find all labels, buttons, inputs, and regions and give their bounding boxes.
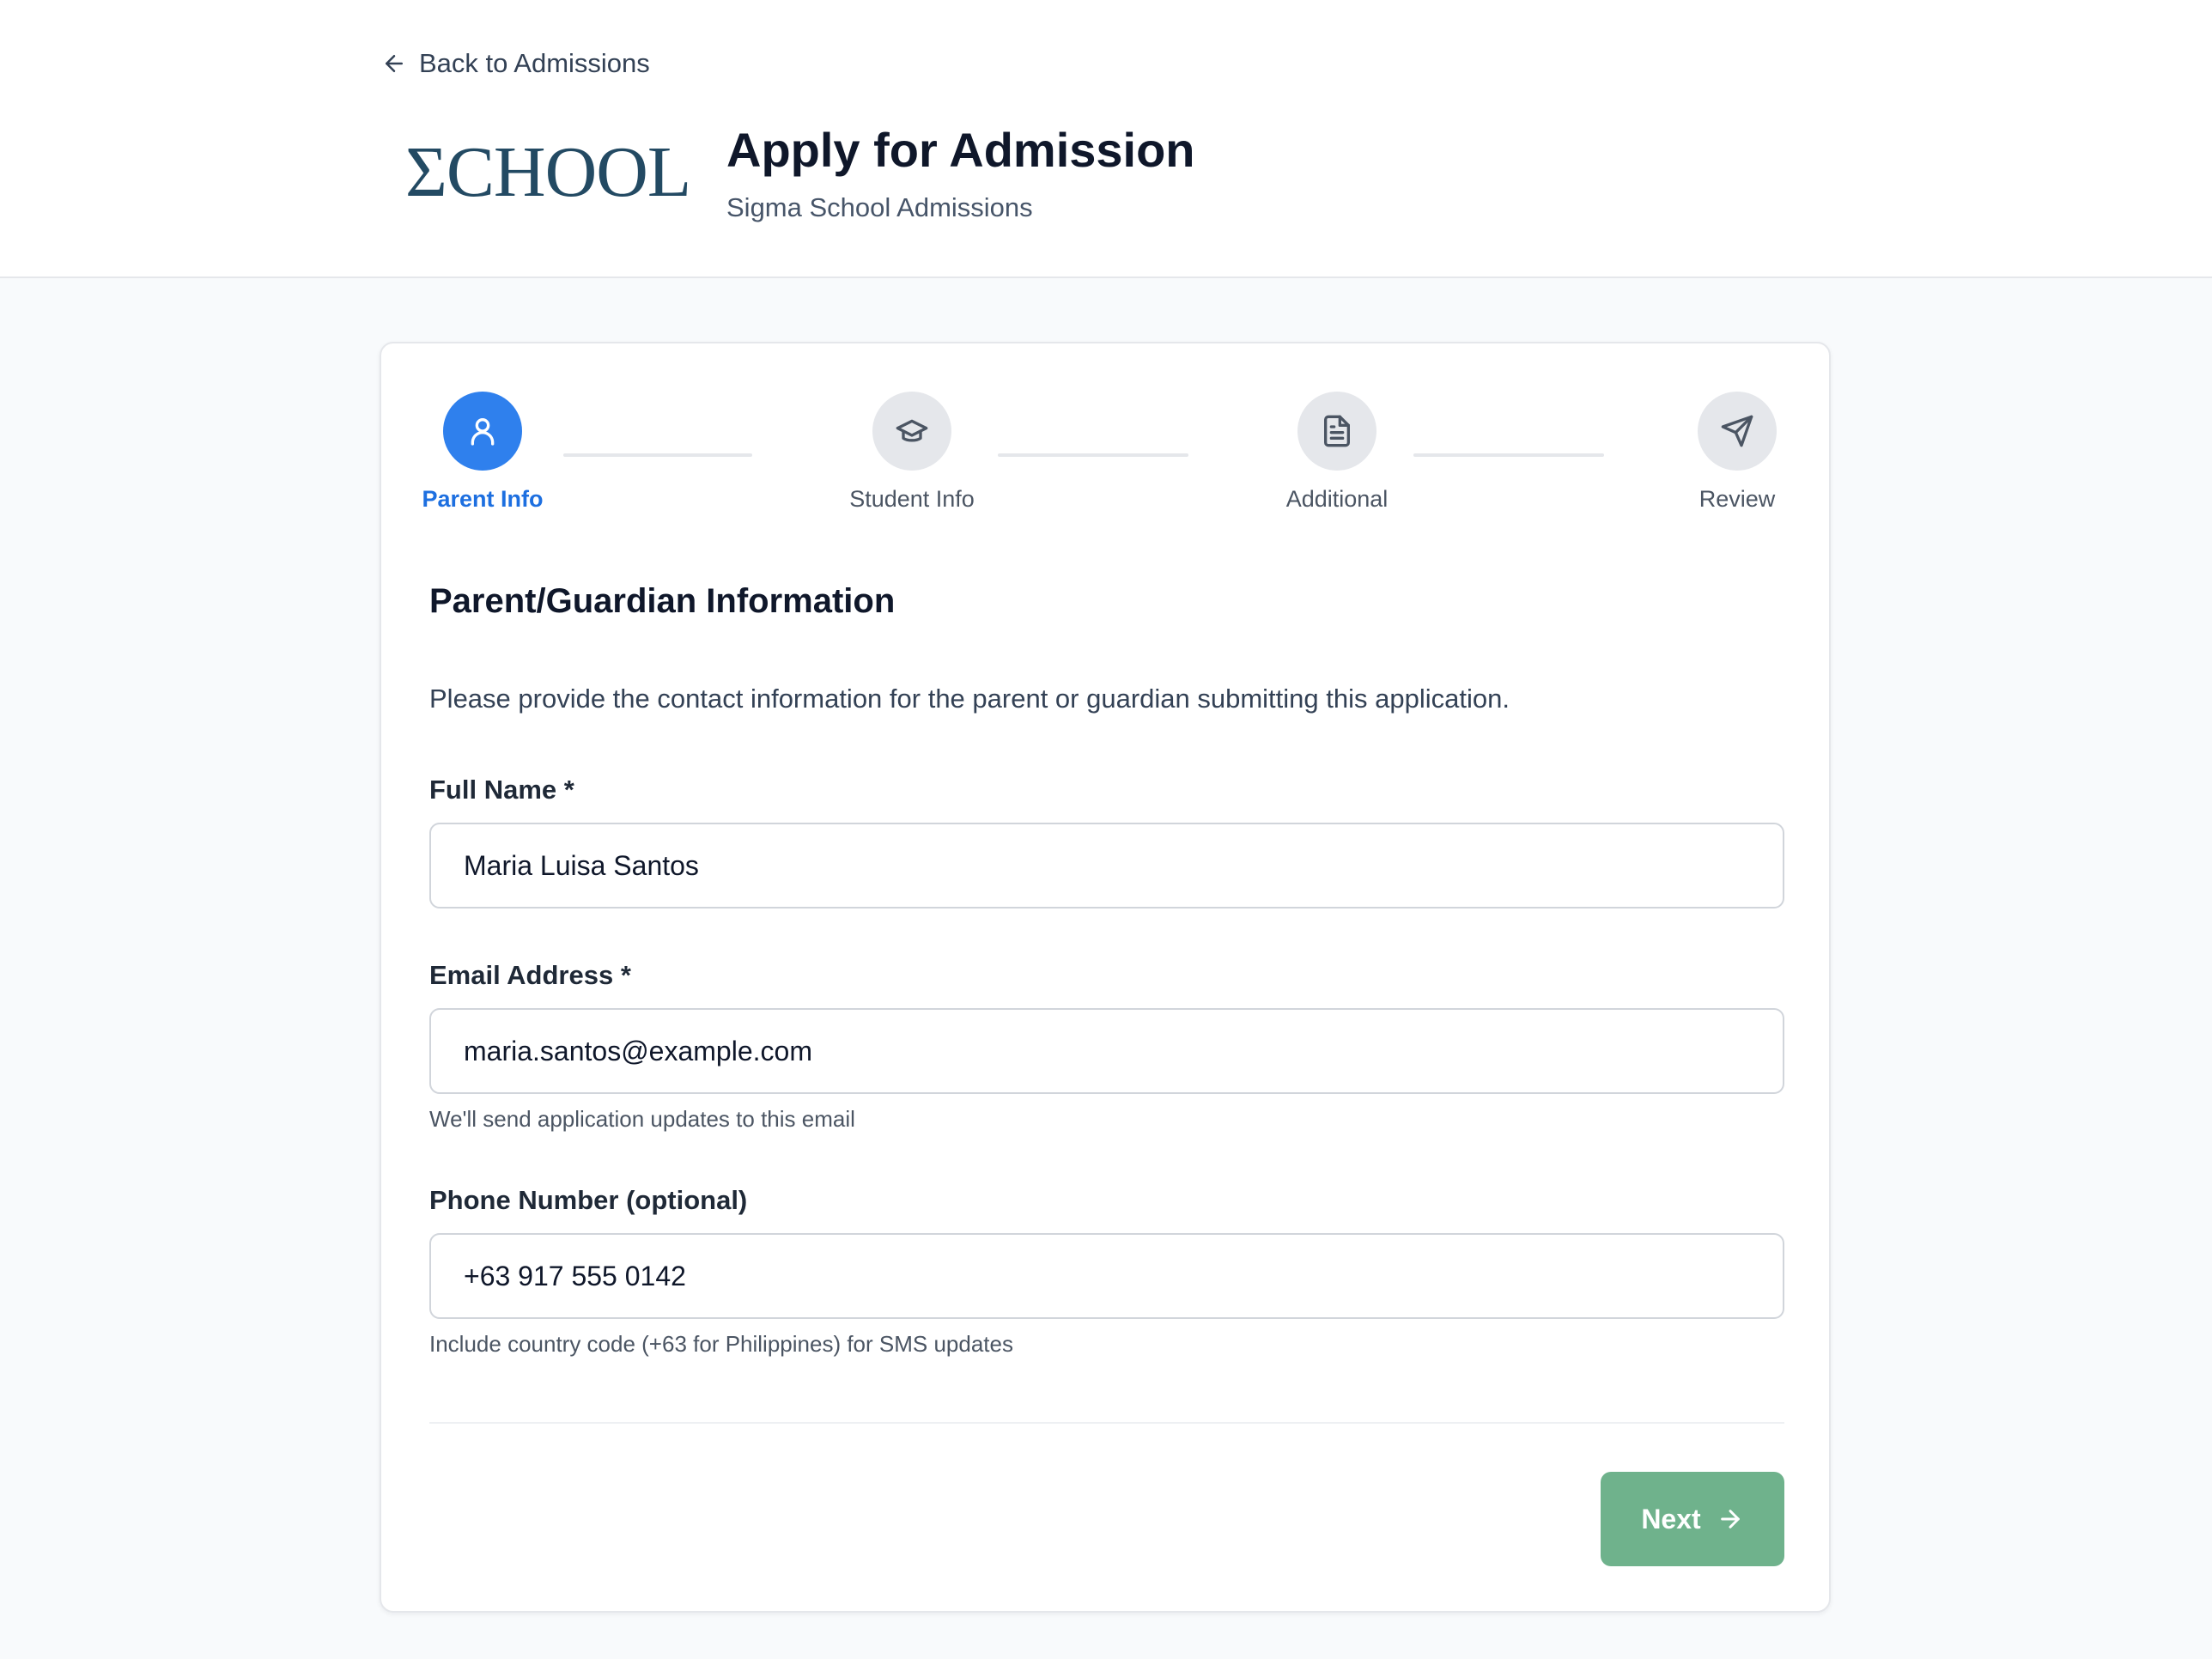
next-button[interactable]: Next [1601,1472,1784,1566]
step-label: Parent Info [422,486,544,512]
application-card: Parent Info Student Info Additional Revi… [380,342,1831,1613]
step-circle [1297,392,1376,471]
step-connector [563,453,752,457]
document-icon [1324,415,1350,447]
step-additional[interactable]: Additional [1260,392,1414,513]
user-icon [471,418,495,446]
step-review[interactable]: Review [1660,392,1814,513]
step-label: Additional [1285,486,1389,512]
back-to-admissions-link[interactable]: Back to Admissions [381,48,650,79]
email-input[interactable] [429,1008,1784,1094]
step-student-info[interactable]: Student Info [835,392,989,513]
full-name-label: Full Name * [429,775,574,805]
form-divider [429,1422,1784,1424]
step-label: Review [1698,486,1776,512]
email-help-text: We'll send application updates to this e… [429,1106,855,1132]
step-circle [443,392,522,471]
phone-label: Phone Number (optional) [429,1185,748,1215]
step-circle [872,392,951,471]
logo-wordmark: ΣCHOOL [405,132,691,212]
next-button-label: Next [1641,1503,1701,1534]
step-parent-info[interactable]: Parent Info [405,392,560,513]
section-title: Parent/Guardian Information [429,582,896,620]
arrow-right-icon [1720,1510,1740,1528]
step-label: Student Info [849,486,975,512]
back-link-label: Back to Admissions [419,48,650,78]
send-icon [1721,415,1753,447]
email-label: Email Address * [429,960,631,990]
phone-help-text: Include country code (+63 for Philippine… [429,1331,1013,1357]
arrow-left-icon [386,55,403,72]
full-name-input[interactable] [429,823,1784,908]
phone-input[interactable] [429,1233,1784,1319]
step-connector [998,453,1188,457]
graduation-cap-icon [896,419,928,442]
school-logo: ΣCHOOL [405,132,691,212]
page-title: Apply for Admission [726,123,1195,177]
page-header: Back to Admissions ΣCHOOL Apply for Admi… [0,0,2212,278]
step-circle [1698,392,1777,471]
section-description: Please provide the contact information f… [429,684,1510,714]
step-connector [1413,453,1604,457]
page-subtitle: Sigma School Admissions [726,192,1033,222]
